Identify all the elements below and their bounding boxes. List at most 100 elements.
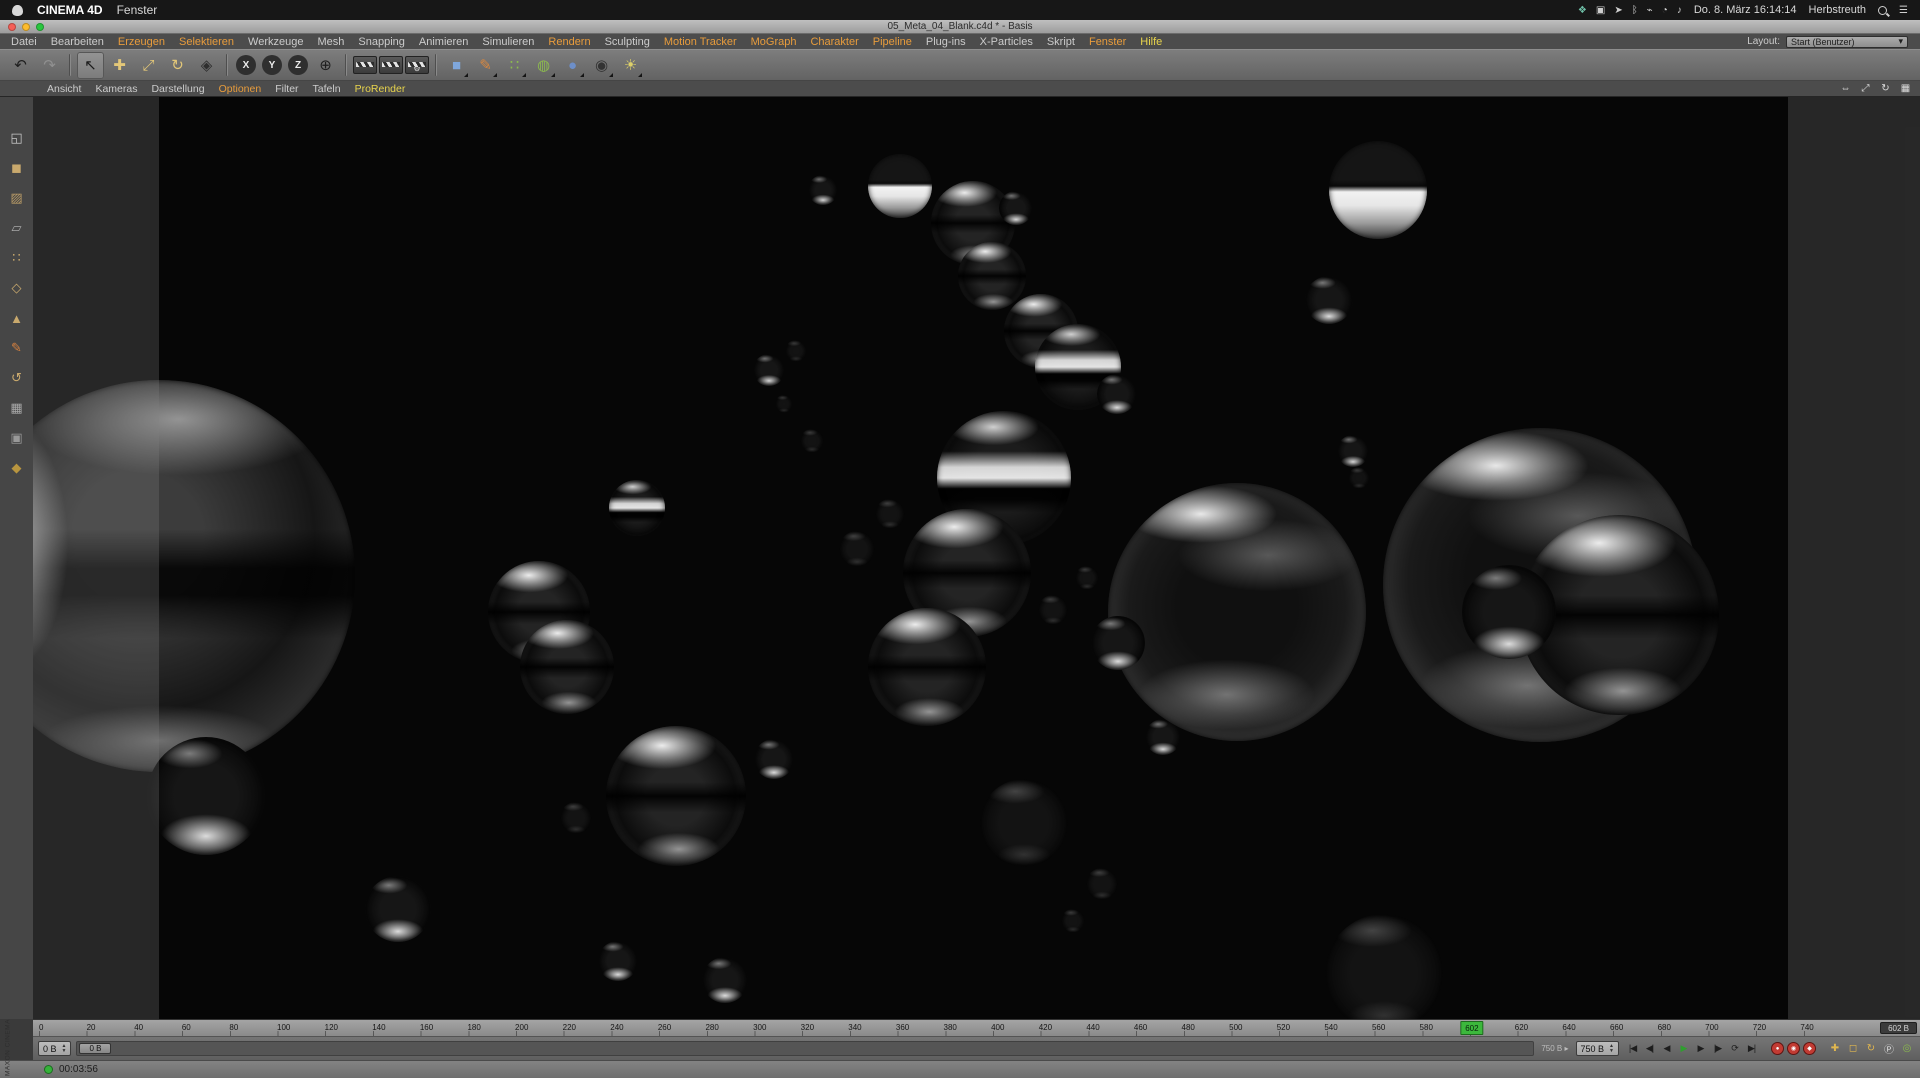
user-menu[interactable]: Herbstreuth bbox=[1809, 4, 1866, 16]
menu-erzeugen[interactable]: Erzeugen bbox=[111, 36, 172, 48]
volume-builder-button[interactable]: ◍ bbox=[530, 52, 557, 79]
menu-skript[interactable]: Skript bbox=[1040, 36, 1082, 48]
menu-sculpting[interactable]: Sculpting bbox=[598, 36, 657, 48]
vp-menu-prorender[interactable]: ProRender bbox=[348, 83, 413, 95]
layout-dropdown[interactable]: Start (Benutzer) ▾ bbox=[1786, 35, 1908, 48]
keyframe-selection-button[interactable]: ◆ bbox=[1803, 1042, 1816, 1055]
current-frame-marker[interactable]: 602 bbox=[1460, 1021, 1484, 1035]
viewport-canvas[interactable] bbox=[33, 97, 1920, 1019]
volume-icon[interactable]: ♪ bbox=[1677, 5, 1682, 16]
timeline-ruler[interactable]: 0 20 40 60 80 100 120 140 160 180 200 220 240 260 280 3… bbox=[33, 1019, 1920, 1037]
menu-simulieren[interactable]: Simulieren bbox=[475, 36, 541, 48]
record-scale-toggle[interactable]: ◻ bbox=[1845, 1041, 1861, 1057]
next-key-button[interactable]: |▶ bbox=[1709, 1041, 1726, 1057]
frame-slider-track[interactable]: 0 B bbox=[76, 1041, 1535, 1056]
menu-fenster[interactable]: Fenster bbox=[1082, 36, 1133, 48]
menu-mesh[interactable]: Mesh bbox=[310, 36, 351, 48]
polygons-mode-icon[interactable]: ▲ bbox=[6, 307, 28, 329]
loop-mode-button[interactable]: ⟳ bbox=[1726, 1041, 1743, 1057]
menu-werkzeuge[interactable]: Werkzeuge bbox=[241, 36, 310, 48]
record-pla-toggle[interactable]: ◎ bbox=[1899, 1041, 1915, 1057]
time-machine-icon[interactable]: ◔ bbox=[1662, 5, 1668, 16]
menu-mograph[interactable]: MoGraph bbox=[744, 36, 804, 48]
render-view-button[interactable] bbox=[353, 56, 377, 74]
move-tool[interactable]: ✚ bbox=[106, 52, 133, 79]
mograph-cloner-button[interactable]: ∷ bbox=[501, 52, 528, 79]
vp-menu-kameras[interactable]: Kameras bbox=[88, 83, 144, 95]
rotate-view-icon[interactable]: ↻ bbox=[1879, 83, 1892, 94]
menu-plugins[interactable]: Plug-ins bbox=[919, 36, 973, 48]
menu-selektieren[interactable]: Selektieren bbox=[172, 36, 241, 48]
lock-y-axis-button[interactable]: Y bbox=[262, 55, 282, 75]
snapping-icon[interactable]: ◆ bbox=[6, 457, 28, 479]
light-object-button[interactable]: ☀ bbox=[617, 52, 644, 79]
render-settings-button[interactable]: ⚙ bbox=[405, 56, 429, 74]
rotate-tool[interactable]: ↻ bbox=[164, 52, 191, 79]
lock-z-axis-button[interactable]: Z bbox=[288, 55, 308, 75]
toggle-views-icon[interactable]: ▦ bbox=[1899, 83, 1912, 94]
menu-animieren[interactable]: Animieren bbox=[412, 36, 476, 48]
zoom-button[interactable] bbox=[36, 23, 44, 31]
battery-icon[interactable]: ⌁ bbox=[1647, 5, 1653, 16]
metaball-object-button[interactable]: ● bbox=[559, 52, 586, 79]
edges-mode-icon[interactable]: ◇ bbox=[6, 277, 28, 299]
redo-icon[interactable]: ↷ bbox=[36, 52, 63, 79]
undo-icon[interactable]: ↶ bbox=[7, 52, 34, 79]
make-editable-icon[interactable]: ◱ bbox=[6, 127, 28, 149]
frame-start-field[interactable]: 0 B ▲ ▼ bbox=[38, 1041, 72, 1056]
menu-hilfe[interactable]: Hilfe bbox=[1133, 36, 1169, 48]
menu-pipeline[interactable]: Pipeline bbox=[866, 36, 919, 48]
vp-menu-optionen[interactable]: Optionen bbox=[212, 83, 269, 95]
axis-mode-icon[interactable]: ↺ bbox=[6, 367, 28, 389]
menu-motion-tracker[interactable]: Motion Tracker bbox=[657, 36, 744, 48]
menu-x-particles[interactable]: X-Particles bbox=[973, 36, 1040, 48]
frame-end-field[interactable]: 750 B ▲ ▼ bbox=[1575, 1041, 1619, 1056]
last-tool-used[interactable]: ◈ bbox=[193, 52, 220, 79]
app-status-icon[interactable]: ❖ bbox=[1578, 5, 1587, 16]
goto-end-button[interactable]: ▶| bbox=[1743, 1041, 1760, 1057]
vp-menu-tafeln[interactable]: Tafeln bbox=[306, 83, 348, 95]
bluetooth-icon[interactable]: ᛒ bbox=[1632, 5, 1638, 16]
apple-menu-icon[interactable] bbox=[12, 4, 23, 16]
menu-bearbeiten[interactable]: Bearbeiten bbox=[44, 36, 111, 48]
autokey-button[interactable]: ◉ bbox=[1787, 1042, 1800, 1055]
previous-frame-button[interactable]: ◀ bbox=[1658, 1041, 1675, 1057]
record-rotation-toggle[interactable]: ↻ bbox=[1863, 1041, 1879, 1057]
display-icon[interactable]: ▣ bbox=[1596, 5, 1605, 16]
zoom-view-icon[interactable]: ⤢ bbox=[1859, 83, 1872, 94]
menubar-clock[interactable]: Do. 8. März 16:14:14 bbox=[1694, 4, 1797, 16]
texture-axis-icon[interactable]: ▦ bbox=[6, 397, 28, 419]
next-frame-button[interactable]: ▶ bbox=[1692, 1041, 1709, 1057]
render-picture-viewer-button[interactable] bbox=[379, 56, 403, 74]
tweak-mode-icon[interactable]: ✎ bbox=[6, 337, 28, 359]
minimize-button[interactable] bbox=[22, 23, 30, 31]
pan-view-icon[interactable]: ⇔ bbox=[1839, 83, 1852, 94]
live-selection-tool[interactable]: ↖ bbox=[77, 51, 104, 79]
points-mode-icon[interactable]: ∷ bbox=[6, 247, 28, 269]
stepper-icon[interactable]: ▲ ▼ bbox=[1609, 1043, 1614, 1054]
workplane-mode-icon[interactable]: ▱ bbox=[6, 217, 28, 239]
frame-slider-handle[interactable]: 0 B bbox=[79, 1043, 112, 1054]
vp-menu-filter[interactable]: Filter bbox=[268, 83, 305, 95]
goto-start-button[interactable]: |◀ bbox=[1624, 1041, 1641, 1057]
app-menu[interactable]: CINEMA 4D bbox=[37, 3, 103, 17]
texture-mode-icon[interactable]: ▨ bbox=[6, 187, 28, 209]
record-keyframe-button[interactable]: ● bbox=[1771, 1042, 1784, 1055]
camera-object-button[interactable]: ◉ bbox=[588, 52, 615, 79]
record-parameter-toggle[interactable]: Ⓟ bbox=[1881, 1041, 1897, 1057]
add-cube-object-button[interactable]: ■ bbox=[443, 52, 470, 79]
model-mode-icon[interactable]: ◼ bbox=[6, 157, 28, 179]
window-menu[interactable]: Fenster bbox=[117, 3, 158, 17]
close-button[interactable] bbox=[8, 23, 16, 31]
menu-charakter[interactable]: Charakter bbox=[803, 36, 865, 48]
snap-lock-icon[interactable]: ▣ bbox=[6, 427, 28, 449]
play-button[interactable]: ▶ bbox=[1675, 1041, 1692, 1057]
vp-menu-darstellung[interactable]: Darstellung bbox=[144, 83, 211, 95]
spotlight-icon[interactable] bbox=[1878, 5, 1888, 15]
scale-tool[interactable]: ⤢ bbox=[135, 52, 162, 79]
vp-menu-ansicht[interactable]: Ansicht bbox=[40, 83, 88, 95]
menu-rendern[interactable]: Rendern bbox=[541, 36, 597, 48]
coordinate-system-button[interactable]: ⊕ bbox=[312, 52, 339, 79]
record-position-toggle[interactable]: ✚ bbox=[1827, 1041, 1843, 1057]
lock-x-axis-button[interactable]: X bbox=[236, 55, 256, 75]
